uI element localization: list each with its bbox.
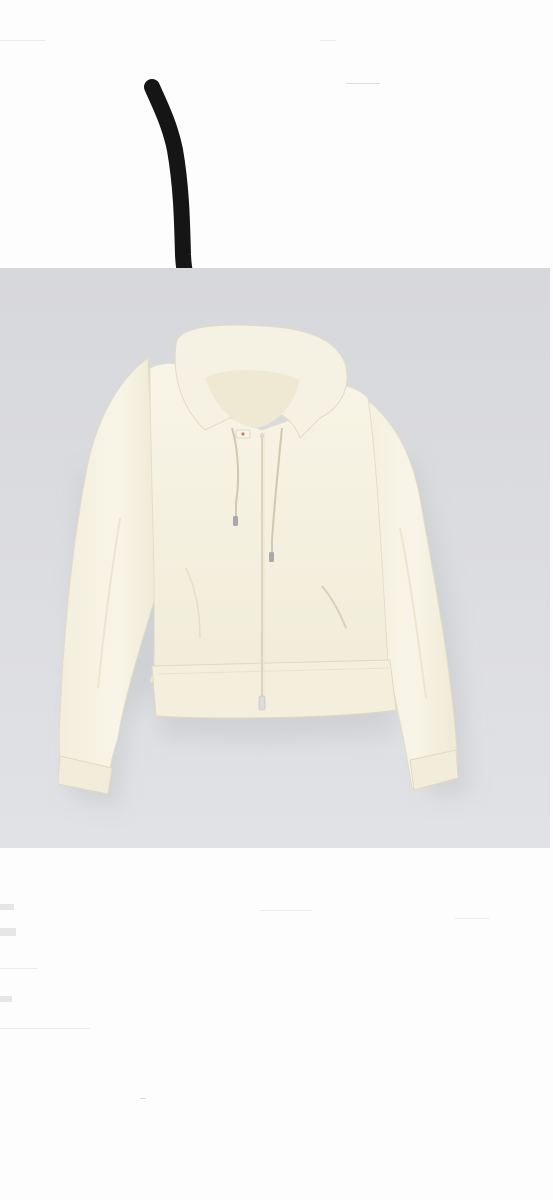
faint-scan-line	[140, 1098, 146, 1099]
screenshot-canvas	[0, 0, 553, 1200]
product-photo	[0, 268, 550, 848]
drawstring-tip-left	[233, 516, 238, 526]
drawstring-tip-right	[269, 552, 274, 562]
faint-scan-line	[0, 1028, 90, 1029]
top-blank-area	[0, 0, 553, 268]
faint-scan-mark	[0, 928, 16, 936]
faint-scan-line	[320, 40, 336, 41]
hoodie-left-sleeve	[58, 357, 159, 791]
faint-scan-mark	[0, 996, 12, 1002]
faint-scan-mark	[0, 904, 14, 910]
faint-scan-line	[0, 40, 46, 41]
brand-logo-icon	[241, 432, 245, 436]
bottom-blank-area	[0, 848, 553, 1200]
zipper-top-pull	[260, 434, 264, 438]
hoodie-image	[57, 324, 470, 808]
faint-scan-line	[455, 918, 489, 919]
faint-scan-line	[0, 968, 38, 969]
faint-scan-line	[346, 83, 380, 84]
faint-scan-line	[260, 910, 312, 911]
zipper-bottom-pull-icon	[258, 695, 266, 711]
